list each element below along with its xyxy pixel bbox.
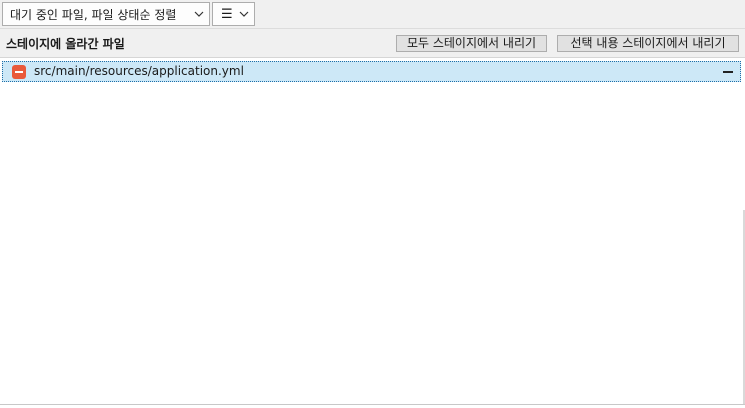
unstage-selected-button[interactable]: 선택 내용 스테이지에서 내리기 xyxy=(557,35,739,52)
sort-dropdown-label: 대기 중인 파일, 파일 상태순 정렬 xyxy=(10,7,177,22)
staged-files-header: 스테이지에 올라간 파일 모두 스테이지에서 내리기 선택 내용 스테이지에서 … xyxy=(0,29,745,57)
unstage-file-icon[interactable] xyxy=(721,65,735,79)
staged-files-panel: 대기 중인 파일, 파일 상태순 정렬 ☰ 스테이지에 올라간 파일 모두 스테… xyxy=(0,0,745,408)
unstage-all-button[interactable]: 모두 스테이지에서 내리기 xyxy=(396,35,547,52)
sort-dropdown[interactable]: 대기 중인 파일, 파일 상태순 정렬 xyxy=(2,2,210,26)
chevron-down-icon xyxy=(194,11,204,17)
section-title: 스테이지에 올라간 파일 xyxy=(6,37,125,51)
file-row[interactable]: src/main/resources/application.yml xyxy=(2,61,741,82)
panel-bottom-divider xyxy=(0,404,745,405)
staged-file-list[interactable]: src/main/resources/application.yml xyxy=(0,57,745,404)
chevron-down-icon xyxy=(239,11,249,17)
list-view-icon: ☰ xyxy=(221,6,233,22)
view-mode-dropdown[interactable]: ☰ xyxy=(212,2,255,26)
file-path: src/main/resources/application.yml xyxy=(34,64,244,78)
minus-icon xyxy=(723,71,733,73)
removed-status-icon xyxy=(12,65,26,79)
toolbar: 대기 중인 파일, 파일 상태순 정렬 ☰ xyxy=(0,0,745,29)
